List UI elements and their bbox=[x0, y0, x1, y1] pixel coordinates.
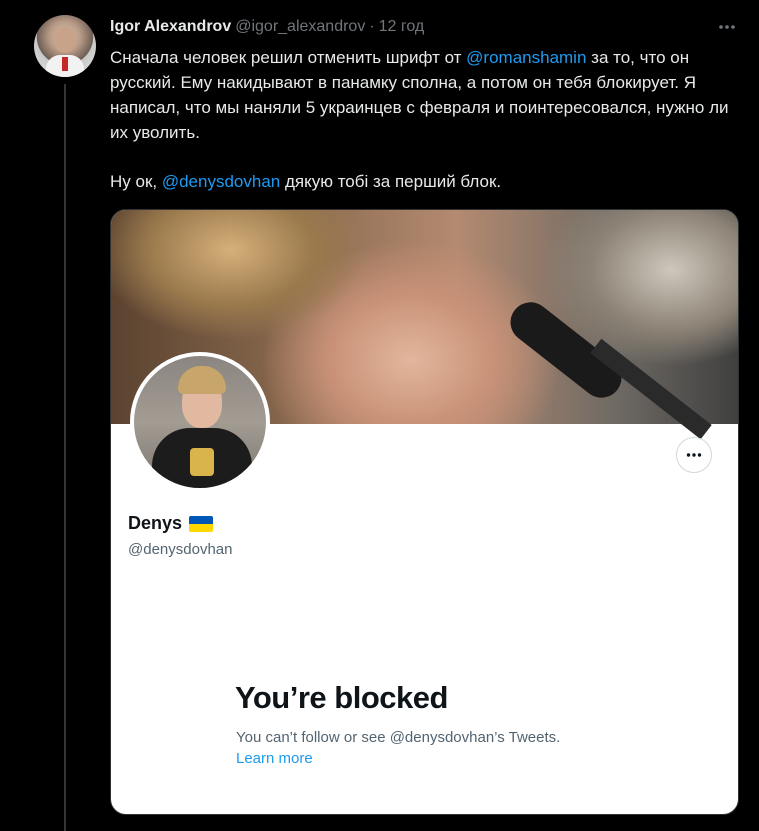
author-avatar-lanyard bbox=[62, 57, 68, 71]
author-avatar-column bbox=[34, 15, 96, 77]
blocked-description: You can’t follow or see @denysdovhan’s T… bbox=[236, 729, 561, 746]
tweet-header: Igor Alexandrov @igor_alexandrov · 12 го… bbox=[110, 16, 424, 38]
author-avatar-head bbox=[54, 27, 76, 53]
learn-more-link: Learn more bbox=[236, 750, 313, 767]
attached-screenshot-image[interactable]: Denys @denysdovhan You’re blocked You ca… bbox=[110, 209, 739, 815]
ukraine-flag-icon bbox=[189, 515, 214, 532]
tweet-text-part: дякую тобі за перший блок. bbox=[280, 172, 502, 191]
separator-dot: · bbox=[369, 18, 375, 35]
tweet-timestamp[interactable]: 12 год bbox=[379, 18, 425, 36]
thread-line bbox=[64, 84, 66, 831]
profile-name: Denys bbox=[128, 513, 183, 533]
tweet-paragraph-2: Ну ок, @denysdovhan дякую тобі за перший… bbox=[110, 169, 750, 194]
more-horizontal-icon[interactable] bbox=[714, 16, 740, 38]
tweet: Igor Alexandrov @igor_alexandrov · 12 го… bbox=[0, 0, 759, 831]
mention-link-romanshamin[interactable]: @romanshamin bbox=[466, 48, 586, 67]
more-horizontal-icon bbox=[676, 437, 712, 473]
author-handle[interactable]: @igor_alexandrov bbox=[235, 18, 365, 36]
profile-handle: @denysdovhan bbox=[128, 541, 233, 558]
blocked-title: You’re blocked bbox=[235, 680, 448, 715]
tweet-text-part: Сначала человек решил отменить шрифт от bbox=[110, 48, 467, 67]
mention-link-denysdovhan[interactable]: @denysdovhan bbox=[162, 172, 280, 191]
tweet-text: Сначала человек решил отменить шрифт от … bbox=[110, 45, 750, 194]
tweet-paragraph-1: Сначала человек решил отменить шрифт от … bbox=[110, 45, 750, 145]
profile-name-row: Denys bbox=[128, 513, 214, 534]
profile-avatar bbox=[130, 352, 270, 492]
author-avatar[interactable] bbox=[34, 15, 96, 77]
tweet-text-part: Ну ок, bbox=[110, 172, 162, 191]
author-display-name[interactable]: Igor Alexandrov bbox=[110, 18, 231, 36]
